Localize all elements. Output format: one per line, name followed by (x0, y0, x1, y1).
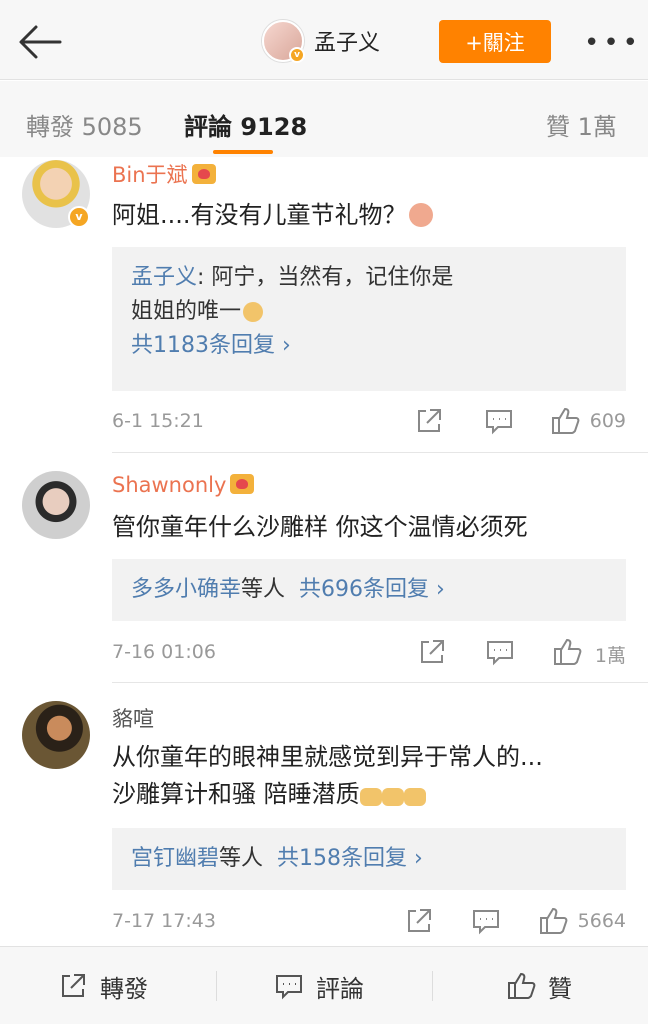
like-count: 1萬 (594, 645, 626, 667)
comment-author[interactable]: Shawnonly (112, 473, 255, 497)
like-count: 609 (589, 410, 626, 432)
comment-text: 管你童年什么沙雕样 你这个温情必须死 (112, 513, 528, 541)
tab-likes[interactable]: 贊 1萬 (546, 107, 617, 142)
like-icon (508, 972, 536, 999)
like-icon[interactable] (538, 906, 568, 936)
tab-comments[interactable]: 評論 9128 (184, 107, 307, 142)
comment-text-line: 沙雕算计和骚 陪睡潜质 (112, 776, 632, 813)
crown-icon (230, 474, 255, 494)
reply-box[interactable]: 孟子义: 阿宁，当然有，记住你是 姐姐的唯一 共1183条回复 › (112, 247, 626, 391)
comment-icon (276, 975, 302, 1000)
comment-text-content: 沙雕算计和骚 陪睡潜质 (112, 780, 360, 808)
comment-text-content: 阿姐....有没有儿童节礼物？ (112, 201, 407, 229)
avatar[interactable]: v (262, 20, 305, 63)
share-icon[interactable] (417, 637, 447, 667)
repost-button[interactable]: 轉發 (58, 947, 148, 1025)
avatar[interactable] (22, 471, 90, 539)
profile-header[interactable]: v 孟子义 (262, 18, 380, 64)
comment-author-name[interactable]: Shawnonly (112, 473, 226, 497)
divider (432, 971, 433, 1001)
tab-bar: 轉發 5085 評論 9128 贊 1萬 (0, 81, 648, 157)
view-replies-link[interactable]: 共158条回复 › (277, 846, 423, 871)
comment-time: 6-1 15:21 (112, 410, 204, 432)
view-replies-link[interactable]: 共1183条回复 › (131, 329, 607, 363)
reply-users[interactable]: 宫钉幽碧 (131, 846, 219, 871)
comment-author[interactable]: 貉喧 (112, 703, 154, 733)
comment-button[interactable]: 評論 (274, 947, 364, 1025)
top-bar: v 孟子义 +關注 ••• (0, 0, 648, 80)
back-arrow-icon[interactable] (16, 22, 64, 62)
emoji-icon (359, 788, 382, 806)
divider (216, 971, 217, 1001)
comment-meta: 6-1 15:21 609 (112, 402, 626, 442)
share-icon (62, 974, 85, 997)
emoji-icon (381, 788, 404, 806)
comment-author[interactable]: Bin于斌 (112, 159, 216, 189)
comment-icon[interactable] (485, 637, 515, 667)
share-icon[interactable] (404, 906, 434, 936)
like-button[interactable]: 贊 (506, 947, 572, 1025)
reply-box[interactable]: 多多小确幸等人 共696条回复 › (112, 559, 626, 621)
emoji-icon (408, 203, 433, 227)
like-icon[interactable] (550, 406, 580, 436)
verified-badge: v (68, 206, 90, 228)
comment-meta: 7-16 01:06 1萬 (112, 633, 626, 673)
comment-time: 7-17 17:43 (112, 910, 216, 932)
comment-icon[interactable] (484, 406, 514, 436)
crown-icon (191, 164, 216, 184)
comment-item: 貉喧 从你童年的眼神里就感觉到异于常人的... 沙雕算计和骚 陪睡潜质 宫钉幽碧… (0, 683, 648, 945)
like-icon[interactable] (552, 637, 582, 667)
emoji-icon (243, 302, 264, 322)
bottom-action-bar: 轉發 評論 贊 (0, 946, 648, 1024)
comment-meta: 7-17 17:43 5664 (112, 902, 626, 942)
comment-text: 阿姐....有没有儿童节礼物？ (112, 197, 632, 234)
username[interactable]: 孟子义 (314, 25, 380, 57)
comment-text-line: 从你童年的眼神里就感觉到异于常人的... (112, 743, 543, 771)
emoji-icon (403, 788, 426, 806)
reply-text: 姐姐的唯一 (131, 299, 242, 324)
like-label: 贊 (548, 974, 572, 1003)
comment-label: 評論 (316, 974, 364, 1003)
follow-button[interactable]: +關注 (439, 20, 551, 63)
comment-icon[interactable] (471, 906, 501, 936)
verified-badge: v (289, 47, 305, 63)
reply-users[interactable]: 多多小确幸 (131, 577, 241, 602)
comment-text: 从你童年的眼神里就感觉到异于常人的... 沙雕算计和骚 陪睡潜质 (112, 739, 632, 813)
tab-indicator (213, 150, 273, 154)
reply-suffix: 等人 (241, 577, 286, 602)
like-count: 5664 (577, 910, 626, 932)
reply-box[interactable]: 宫钉幽碧等人 共158条回复 › (112, 828, 626, 890)
reply-author[interactable]: 孟子义 (131, 265, 197, 290)
comment-item: Shawnonly 管你童年什么沙雕样 你这个温情必须死 多多小确幸等人 共69… (0, 453, 648, 683)
avatar[interactable] (22, 701, 90, 769)
repost-label: 轉發 (100, 974, 148, 1003)
reply-text: : 阿宁，当然有，记住你是 (197, 265, 454, 290)
comment-item: v Bin于斌 阿姐....有没有儿童节礼物？ 孟子义: 阿宁，当然有，记住你是… (0, 157, 648, 453)
reply-suffix: 等人 (219, 846, 264, 871)
comment-time: 7-16 01:06 (112, 641, 216, 663)
comment-author-name[interactable]: Bin于斌 (112, 163, 188, 187)
view-replies-link[interactable]: 共696条回复 › (299, 577, 445, 602)
share-icon[interactable] (414, 406, 444, 436)
more-icon[interactable]: ••• (584, 28, 642, 58)
tab-repost[interactable]: 轉發 5085 (26, 107, 143, 142)
